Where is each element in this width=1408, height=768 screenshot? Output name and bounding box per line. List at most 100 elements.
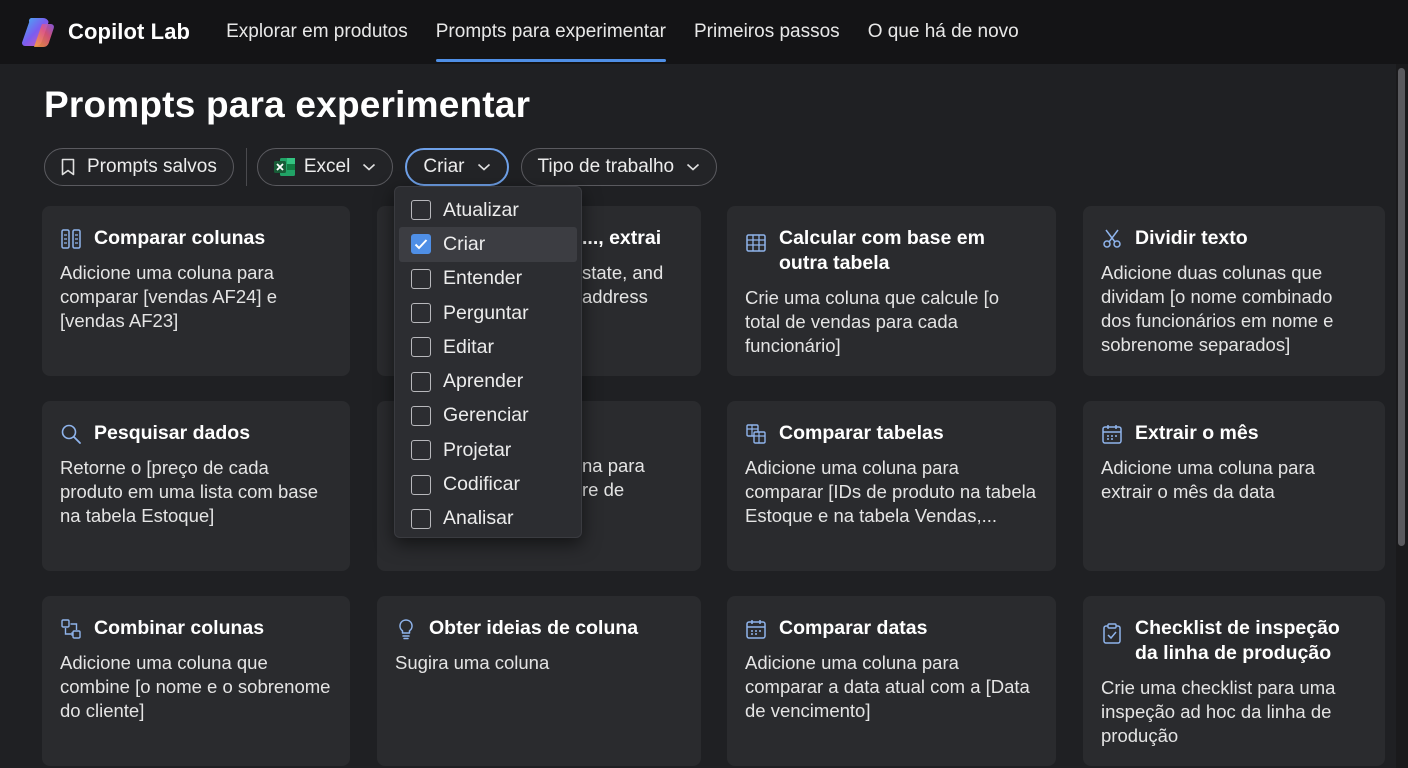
action-filter-menu: Atualizar Criar Entender Perguntar Edita…: [394, 186, 582, 538]
prompt-card-pesquisar-dados[interactable]: Pesquisar dados Retorne o [preço de cada…: [42, 401, 350, 571]
compare-columns-icon: [61, 229, 81, 249]
prompt-card-comparar-colunas[interactable]: Comparar colunas Adicione uma coluna par…: [42, 206, 350, 376]
card-description: Retorne o [preço de cada produto em uma …: [60, 457, 319, 526]
card-title: Obter ideias de coluna: [429, 617, 639, 639]
app-filter-label: Excel: [303, 156, 351, 177]
lightbulb-icon: [399, 619, 413, 640]
excel-icon: [273, 158, 295, 176]
card-description: Adicione uma coluna para comparar [IDs d…: [745, 457, 1037, 526]
checkbox[interactable]: [411, 200, 431, 221]
card-title: Dividir texto: [1135, 227, 1248, 249]
option-label: Codificar: [443, 473, 520, 496]
option-criar[interactable]: Criar: [399, 227, 577, 262]
card-description: Adicione duas colunas que dividam [o nom…: [1101, 262, 1334, 355]
card-title: Comparar colunas: [94, 227, 266, 249]
card-description: Adicione uma coluna para comparar [venda…: [60, 262, 277, 331]
card-description: Adicione uma coluna para comparar a data…: [745, 652, 1030, 721]
option-label: Perguntar: [443, 301, 529, 324]
bookmark-icon: [61, 158, 75, 176]
option-label: Criar: [443, 232, 486, 255]
checkbox-checked[interactable]: [411, 234, 431, 255]
top-navigation-bar: Copilot Lab Explorar em produtos Prompts…: [0, 0, 1408, 64]
checkbox[interactable]: [411, 268, 431, 289]
saved-prompts-label: Prompts salvos: [87, 156, 217, 177]
card-title: Checklist de inspeção da linha de produç…: [1135, 617, 1340, 664]
card-title: Comparar datas: [779, 617, 928, 639]
chevron-down-icon: [477, 163, 490, 171]
prompt-card-checklist-inspecao[interactable]: Checklist de inspeção da linha de produç…: [1083, 596, 1385, 766]
calendar-icon: [1102, 425, 1122, 444]
app-name: Copilot Lab: [68, 19, 191, 44]
card-title: Calcular com base em outra tabela: [779, 227, 985, 274]
nav-primeiros-passos[interactable]: Primeiros passos: [694, 0, 840, 64]
search-icon: [61, 424, 81, 444]
prompt-card-comparar-datas[interactable]: Comparar datas Adicione uma coluna para …: [727, 596, 1056, 766]
checkbox[interactable]: [411, 440, 431, 461]
chevron-down-icon: [687, 163, 700, 171]
card-title: Extrair o mês: [1135, 422, 1259, 444]
prompt-card-dividir-texto[interactable]: Dividir texto Adicione duas colunas que …: [1083, 206, 1385, 376]
work-type-filter-label: Tipo de trabalho: [537, 156, 675, 177]
chevron-down-icon: [363, 163, 376, 171]
compare-tables-icon: [746, 424, 766, 444]
scissors-icon: [1103, 229, 1121, 248]
option-label: Atualizar: [443, 198, 519, 221]
option-label: Projetar: [443, 438, 512, 461]
filter-bar: Prompts salvos Excel Criar Tipo de traba…: [44, 148, 729, 186]
card-description: Sugira uma coluna: [395, 652, 550, 673]
prompt-card-calcular-outra-tabela[interactable]: Calcular com base em outra tabela Crie u…: [727, 206, 1056, 376]
option-label: Analisar: [443, 507, 514, 530]
option-codificar[interactable]: Codificar: [395, 467, 581, 501]
option-gerenciar[interactable]: Gerenciar: [395, 399, 581, 433]
action-filter-dropdown[interactable]: Criar: [405, 148, 509, 186]
action-filter-label: Criar: [423, 156, 465, 177]
prompt-card-combinar-colunas[interactable]: Combinar colunas Adicione uma coluna que…: [42, 596, 350, 766]
nav-prompts-para-experimentar[interactable]: Prompts para experimentar: [435, 0, 667, 64]
option-label: Editar: [443, 335, 494, 358]
clipboard-icon: [1103, 623, 1121, 644]
option-label: Entender: [443, 267, 523, 290]
option-analisar[interactable]: Analisar: [395, 502, 581, 536]
prompt-card-extrair-o-mes[interactable]: Extrair o mês Adicione uma coluna para e…: [1083, 401, 1385, 571]
card-description: state, and address: [582, 262, 664, 307]
checkbox[interactable]: [411, 303, 431, 324]
card-title: Comparar tabelas: [779, 422, 944, 444]
filter-divider: [245, 148, 247, 186]
page-title: Prompts para experimentar: [44, 84, 531, 125]
work-type-filter-dropdown[interactable]: Tipo de trabalho: [520, 148, 718, 186]
copilot-logo-icon: [22, 18, 54, 47]
card-description: Crie uma checklist para uma inspeção ad …: [1101, 677, 1336, 746]
card-description: Adicione uma coluna para extrair o mês d…: [1101, 457, 1315, 502]
option-editar[interactable]: Editar: [395, 330, 581, 364]
checkbox[interactable]: [411, 508, 431, 529]
main-nav: Explorar em produtos Prompts para experi…: [226, 0, 1047, 64]
brand[interactable]: Copilot Lab: [22, 15, 190, 49]
card-title: Pesquisar dados: [94, 422, 251, 444]
prompt-card-comparar-tabelas[interactable]: Comparar tabelas Adicione uma coluna par…: [727, 401, 1056, 571]
checkbox[interactable]: [411, 405, 431, 426]
table-icon: [746, 234, 766, 252]
card-description: Crie uma coluna que calcule [o total de …: [745, 287, 1000, 356]
option-entender[interactable]: Entender: [395, 262, 581, 296]
scrollbar-thumb[interactable]: [1398, 68, 1405, 546]
checkbox[interactable]: [411, 474, 431, 495]
option-projetar[interactable]: Projetar: [395, 433, 581, 467]
card-description: na para re de: [582, 455, 645, 500]
checkbox[interactable]: [411, 371, 431, 392]
prompt-card-obter-ideias-de-coluna[interactable]: Obter ideias de coluna Sugira uma coluna: [377, 596, 701, 766]
option-perguntar[interactable]: Perguntar: [395, 296, 581, 330]
nav-o-que-ha-de-novo[interactable]: O que há de novo: [868, 0, 1019, 64]
option-atualizar[interactable]: Atualizar: [395, 193, 581, 227]
nav-explorar-em-produtos[interactable]: Explorar em produtos: [226, 0, 408, 64]
calendar-icon: [746, 620, 766, 639]
checkmark-icon: [414, 239, 428, 250]
option-label: Gerenciar: [443, 404, 529, 427]
card-title: ..., extrai: [582, 227, 662, 249]
app-filter-dropdown[interactable]: Excel: [256, 148, 394, 186]
saved-prompts-button[interactable]: Prompts salvos: [44, 148, 234, 186]
card-description: Adicione uma coluna que combine [o nome …: [60, 652, 331, 721]
page-scrollbar[interactable]: [1396, 64, 1408, 768]
option-aprender[interactable]: Aprender: [395, 364, 581, 398]
checkbox[interactable]: [411, 337, 431, 358]
card-title: Combinar colunas: [94, 617, 265, 639]
